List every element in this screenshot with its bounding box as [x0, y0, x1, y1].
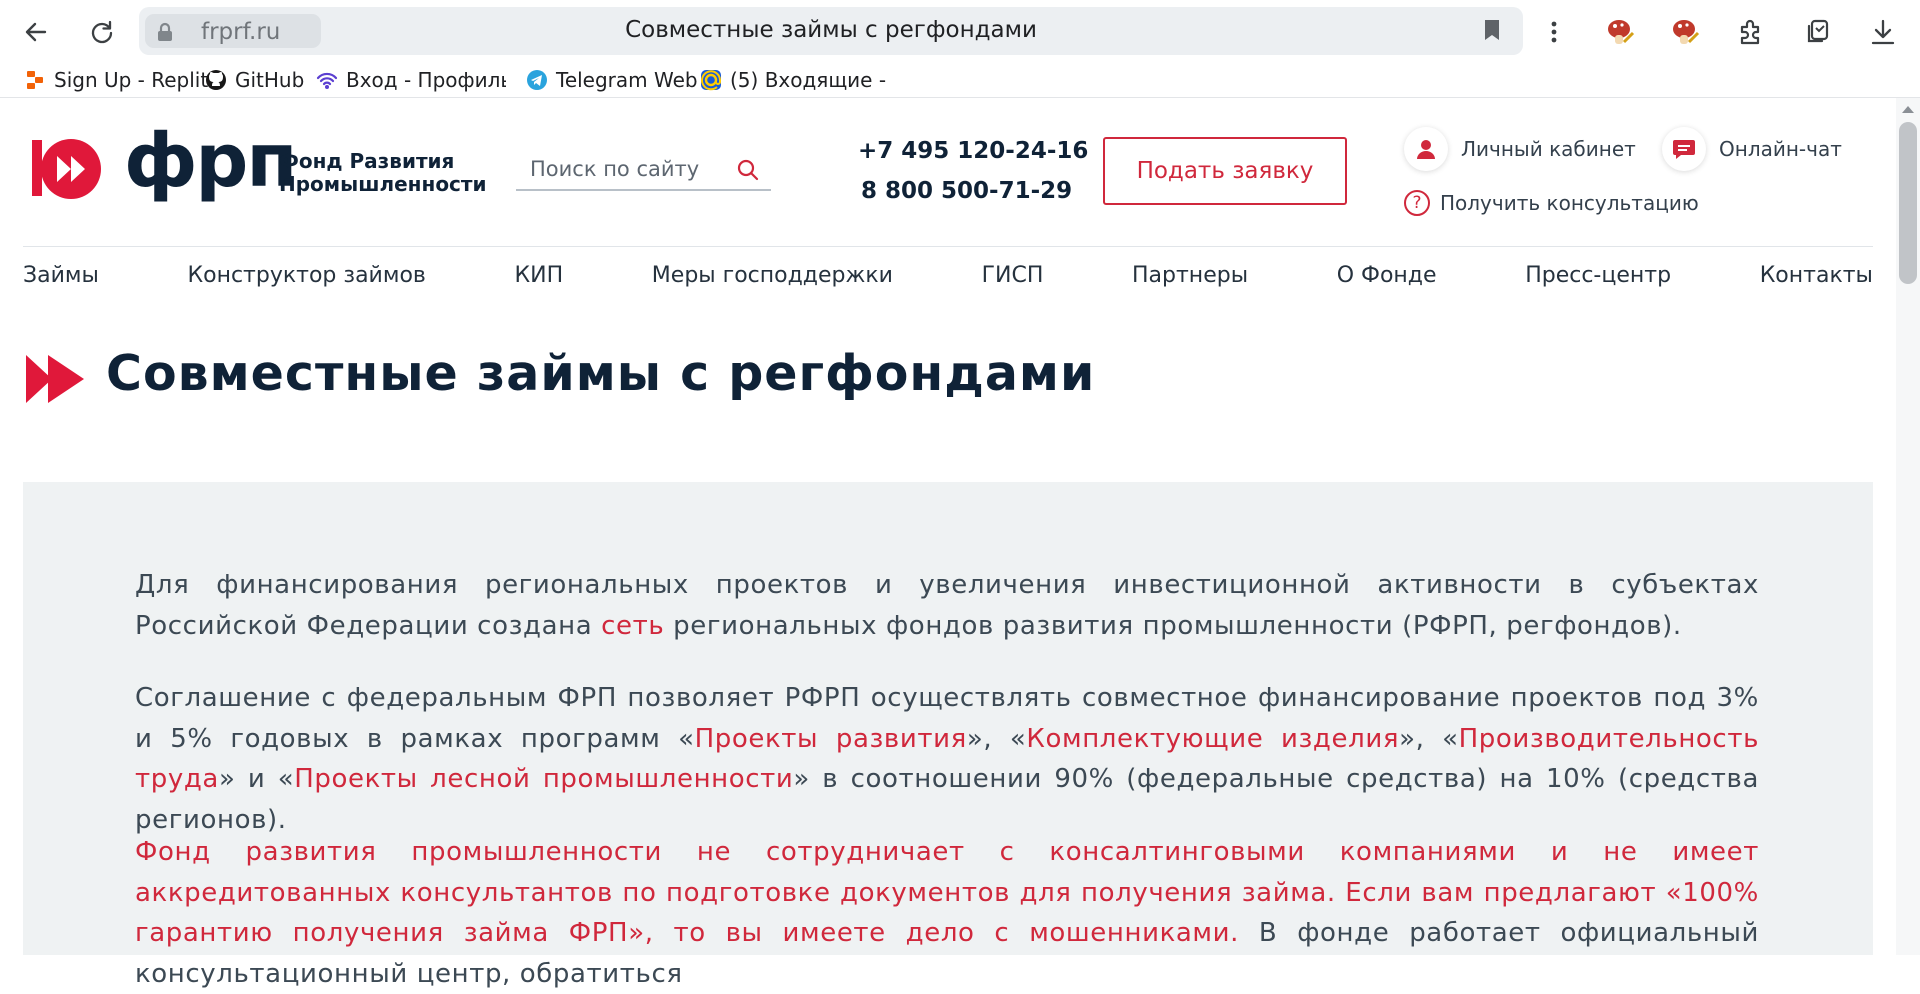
- extension-button-2[interactable]: [1666, 13, 1704, 51]
- scroll-up-arrow-icon[interactable]: [1901, 104, 1915, 114]
- user-icon: [1404, 127, 1448, 171]
- chat-icon: [1662, 127, 1706, 171]
- mushroom-extension-icon: [1673, 20, 1700, 44]
- main-navigation: Займы Конструктор займов КИП Меры господ…: [23, 263, 1873, 299]
- bookmarks-bar: Sign Up - Replit GitHub Вход - Профиль п…: [0, 63, 1920, 97]
- warning-paragraph: Фонд развития промышленности не сотрудни…: [135, 837, 1759, 989]
- bookmark-replit[interactable]: Sign Up - Replit: [24, 65, 208, 95]
- nav-gisp[interactable]: ГИСП: [982, 263, 1044, 299]
- program-components-link[interactable]: Комплектующие изделия: [1026, 724, 1399, 754]
- nav-kip[interactable]: КИП: [515, 263, 564, 299]
- nav-loan-builder[interactable]: Конструктор займов: [188, 263, 426, 299]
- program-development-link[interactable]: Проекты развития: [695, 724, 967, 754]
- bookmark-icon[interactable]: [1483, 19, 1501, 41]
- question-icon: ?: [1404, 190, 1430, 216]
- puzzle-icon: [1740, 19, 1760, 45]
- extensions-button[interactable]: [1732, 13, 1770, 51]
- apply-button[interactable]: Подать заявку: [1103, 137, 1347, 205]
- consultation-link[interactable]: ? Получить консультацию: [1404, 190, 1699, 216]
- logo-subtitle: Фонд Развития Промышленности: [279, 149, 487, 196]
- back-button[interactable]: [14, 10, 58, 54]
- download-icon: [1871, 19, 1895, 45]
- bookmark-telegram[interactable]: Telegram Web: [526, 65, 698, 95]
- profile-icon: [316, 69, 338, 91]
- page-title: Совместные займы с регфондами: [106, 345, 1096, 402]
- menu-button[interactable]: [1535, 13, 1573, 51]
- address-bar[interactable]: frprf.ru Совместные займы с регфондами: [139, 7, 1523, 55]
- agreement-paragraph: Соглашение с федеральным ФРП позволяет Р…: [135, 683, 1759, 835]
- intro-paragraph: Для финансирования региональных проектов…: [135, 570, 1759, 641]
- back-arrow-icon: [25, 22, 47, 42]
- nav-press-center[interactable]: Пресс-центр: [1525, 263, 1671, 299]
- reload-icon: [91, 20, 113, 44]
- nav-partners[interactable]: Партнеры: [1132, 263, 1248, 299]
- personal-cabinet-link[interactable]: Личный кабинет: [1404, 127, 1636, 171]
- telegram-icon: [526, 69, 548, 91]
- header-divider: [23, 246, 1873, 247]
- collections-icon: [1807, 19, 1829, 43]
- online-chat-link[interactable]: Онлайн-чат: [1662, 127, 1842, 171]
- more-vertical-icon: [1551, 21, 1557, 43]
- bookmark-github[interactable]: GitHub: [205, 65, 304, 95]
- nav-state-support[interactable]: Меры господдержки: [652, 263, 893, 299]
- downloads-button[interactable]: [1864, 13, 1902, 51]
- replit-icon: [24, 69, 46, 91]
- program-forestry-link[interactable]: Проекты лесной промышленности: [294, 764, 793, 794]
- search-icon[interactable]: [737, 159, 759, 181]
- phone-hotline[interactable]: 8 800 500-71-29: [861, 178, 1072, 204]
- collections-button[interactable]: [1798, 13, 1836, 51]
- frp-logo[interactable]: фрп: [30, 118, 298, 208]
- reload-button[interactable]: [80, 10, 124, 54]
- bookmark-profile[interactable]: Вход - Профиль п: [316, 65, 506, 95]
- site-search: [516, 151, 771, 191]
- phone-moscow[interactable]: +7 495 120-24-16: [858, 138, 1088, 164]
- browser-toolbar: frprf.ru Совместные займы с регфондами: [0, 0, 1920, 63]
- bookmark-mail[interactable]: (5) Входящие - По: [700, 65, 890, 95]
- nav-contacts[interactable]: Контакты: [1760, 263, 1873, 299]
- address-page-title: Совместные займы с регфондами: [625, 17, 1037, 43]
- logo-wordmark: фрп: [124, 118, 298, 204]
- scrollbar-thumb[interactable]: [1899, 122, 1917, 284]
- chrome-divider: [0, 97, 1920, 98]
- regional-network-link[interactable]: сеть: [601, 611, 664, 641]
- github-icon: [205, 69, 227, 91]
- extension-button-1[interactable]: [1601, 13, 1639, 51]
- mushroom-extension-icon: [1608, 20, 1635, 44]
- double-arrow-icon: [26, 355, 84, 403]
- nav-loans[interactable]: Займы: [23, 263, 99, 299]
- search-input[interactable]: [516, 151, 740, 187]
- nav-about[interactable]: О Фонде: [1337, 263, 1437, 299]
- mail-icon: [700, 69, 722, 91]
